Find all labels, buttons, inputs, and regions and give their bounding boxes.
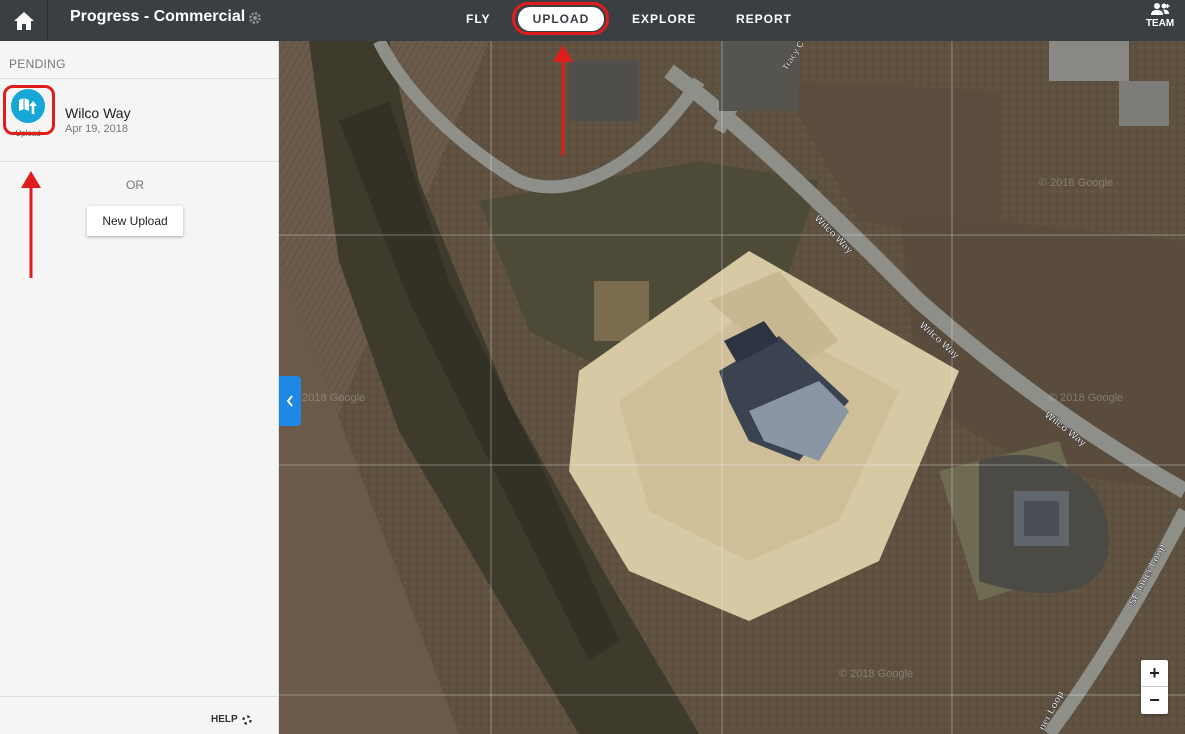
zoom-in-button[interactable]: +	[1141, 660, 1168, 687]
help-label: HELP	[211, 714, 238, 725]
annotation-circle-upload	[512, 2, 609, 35]
zoom-controls: + −	[1141, 660, 1168, 714]
chevron-left-icon	[286, 395, 293, 407]
satellite-imagery: Wilco Way Wilco Way Wilco Way SE Inner L…	[279, 41, 1185, 734]
team-label: TEAM	[1145, 18, 1175, 29]
nav-report[interactable]: REPORT	[736, 12, 792, 26]
map-watermark: © 2018 Google	[1049, 392, 1123, 404]
map-watermark: © 2018 Google	[291, 392, 365, 404]
sidebar: PENDING Upload Wilco Way Apr 19, 2018 OR…	[0, 41, 279, 734]
annotation-circle-item	[3, 85, 55, 135]
pending-item-name: Wilco Way	[65, 105, 131, 121]
pending-item-date: Apr 19, 2018	[65, 123, 128, 135]
home-icon	[13, 11, 34, 30]
new-upload-button[interactable]: New Upload	[87, 206, 183, 236]
nav-fly[interactable]: FLY	[466, 12, 491, 26]
annotation-arrow-up	[21, 171, 41, 278]
team-button[interactable]: TEAM	[1140, 2, 1180, 29]
team-icon	[1151, 3, 1170, 15]
satellite-map[interactable]: Wilco Way Wilco Way Wilco Way SE Inner L…	[279, 41, 1185, 734]
collapse-sidebar-button[interactable]	[279, 376, 301, 426]
pending-section-title: PENDING	[9, 57, 66, 71]
lifebuoy-icon	[241, 714, 252, 725]
divider	[0, 161, 279, 162]
annotation-arrow-up	[553, 45, 573, 156]
help-link[interactable]: HELP	[211, 714, 252, 725]
divider	[0, 696, 279, 697]
nav-explore[interactable]: EXPLORE	[632, 12, 696, 26]
project-title[interactable]: Progress - Commercial	[70, 8, 245, 26]
map-watermark: © 2018 Google	[1039, 177, 1113, 189]
pending-upload-item[interactable]: Upload Wilco Way Apr 19, 2018	[0, 79, 279, 161]
zoom-out-button[interactable]: −	[1141, 687, 1168, 714]
map-watermark: © 2018 Google	[839, 668, 913, 680]
home-button[interactable]	[0, 0, 48, 41]
gear-icon[interactable]	[248, 11, 262, 25]
